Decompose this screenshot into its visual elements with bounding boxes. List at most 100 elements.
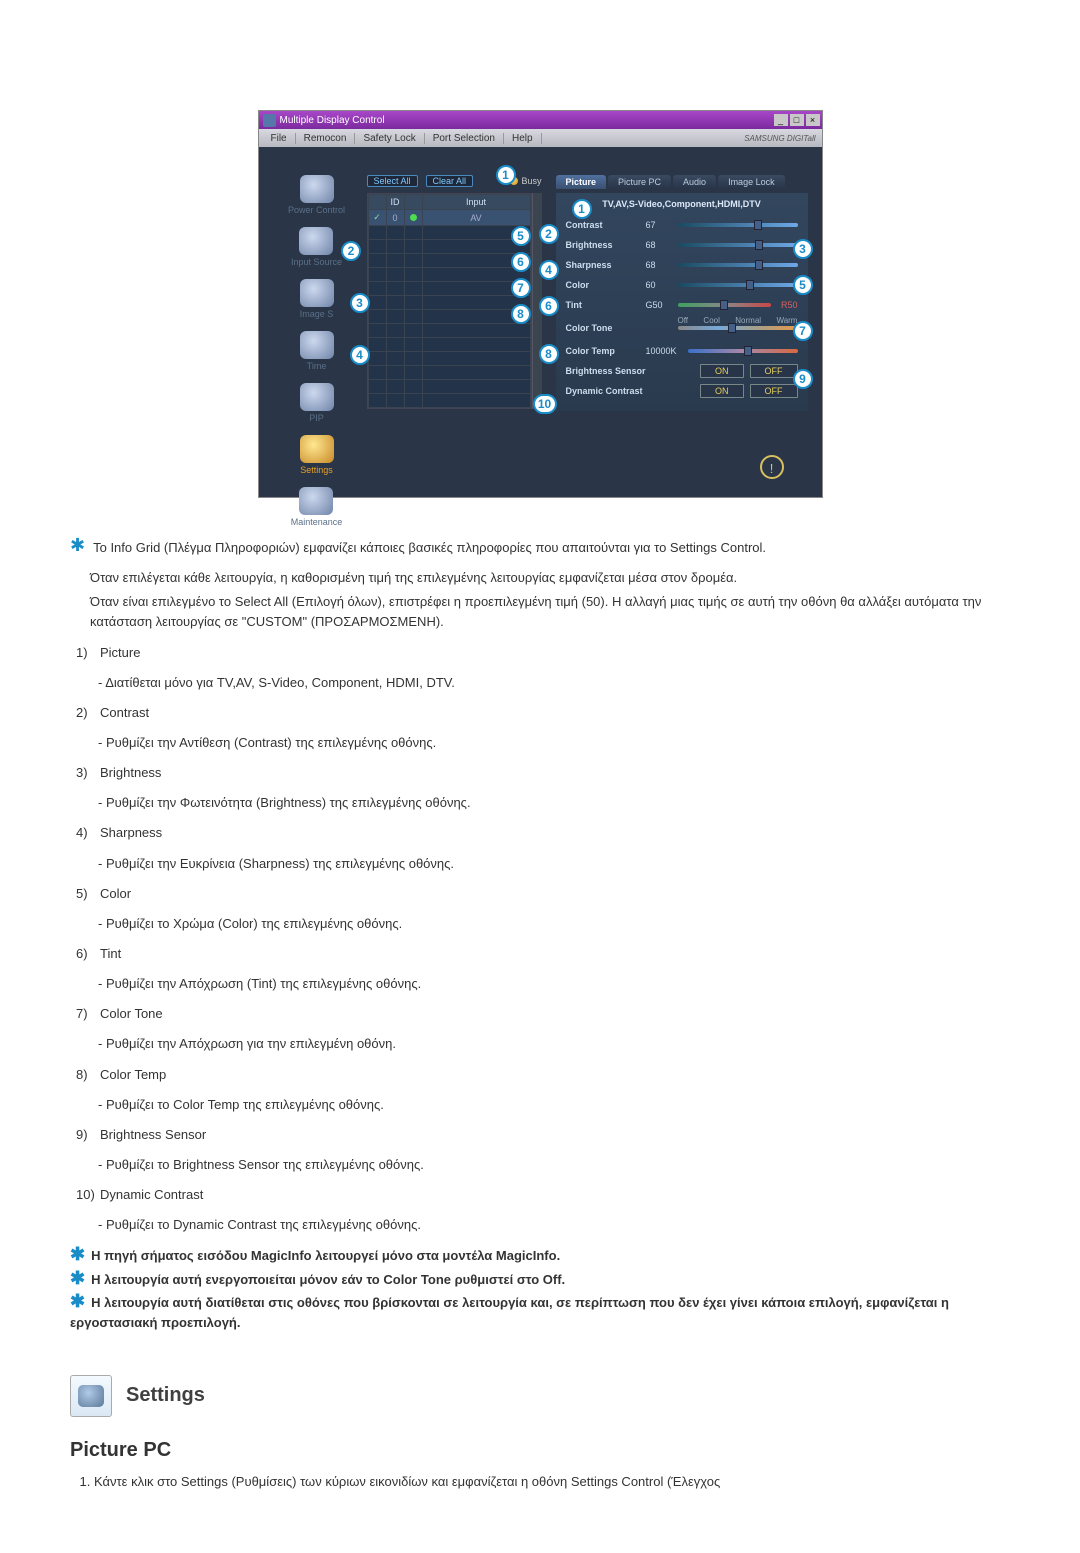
color-slider[interactable] xyxy=(678,283,798,287)
tone-cool: Cool xyxy=(703,316,719,325)
section-title: Settings xyxy=(126,1384,205,1407)
callout-10: 10 xyxy=(533,394,557,414)
image-s-icon xyxy=(300,279,334,307)
section-settings: Settings Picture PC Κάντε κλικ στο Setti… xyxy=(70,1375,1010,1493)
tab-image-lock[interactable]: Image Lock xyxy=(718,175,785,189)
tab-audio[interactable]: Audio xyxy=(673,175,716,189)
table-row[interactable] xyxy=(368,394,530,408)
col-check xyxy=(368,195,386,210)
titlebar: Multiple Display Control _ □ × xyxy=(259,111,822,129)
subheading: Picture PC xyxy=(70,1439,1010,1462)
color-tone-slider[interactable] xyxy=(678,326,798,330)
table-row[interactable] xyxy=(368,310,530,324)
callout-8: 8 xyxy=(511,304,531,324)
step-1: Κάντε κλικ στο Settings (Ρυθμίσεις) των … xyxy=(94,1472,1010,1493)
note-2: ✱Η λειτουργία αυτή ενεργοποιείται μόνον … xyxy=(70,1270,1010,1290)
color-tone-row: Color Tone Off Cool Normal Warm xyxy=(566,315,798,341)
input-source-icon xyxy=(299,227,333,255)
maximize-button[interactable]: □ xyxy=(790,114,804,126)
star-icon: ✱ xyxy=(70,1268,85,1288)
callout-7-right: 7 xyxy=(793,321,813,341)
table-row[interactable] xyxy=(368,240,530,254)
document-body: ✱ Το Info Grid (Πλέγμα Πληροφοριών) εμφα… xyxy=(70,538,1010,1333)
infogrid-text: Το Info Grid (Πλέγμα Πληροφοριών) εμφανί… xyxy=(93,538,766,558)
table-row[interactable] xyxy=(368,380,530,394)
col-status xyxy=(404,195,422,210)
sharpness-label: Sharpness xyxy=(566,260,640,270)
callout-1-tabs: 1 xyxy=(572,199,592,219)
table-row[interactable] xyxy=(368,366,530,380)
paragraph-2: Όταν είναι επιλεγμένο το Select All (Επι… xyxy=(90,592,1010,632)
tint-slider[interactable] xyxy=(678,303,771,307)
contrast-row: Contrast 67 xyxy=(566,215,798,235)
dynamic-contrast-off[interactable]: OFF xyxy=(750,384,798,398)
tint-label: Tint xyxy=(566,300,640,310)
table-row[interactable] xyxy=(368,324,530,338)
menu-port-selection[interactable]: Port Selection xyxy=(425,133,504,144)
menu-remocon[interactable]: Remocon xyxy=(296,133,356,144)
contrast-value: 67 xyxy=(646,220,672,230)
sharpness-slider[interactable] xyxy=(678,263,798,267)
sidebar-item-input-source[interactable]: Input Source 2 xyxy=(291,227,342,267)
menu-file[interactable]: File xyxy=(263,133,296,144)
brightness-slider[interactable] xyxy=(678,243,798,247)
sidebar-item-image-s[interactable]: Image S 3 xyxy=(300,279,334,319)
table-row[interactable] xyxy=(368,226,530,240)
callout-6: 6 xyxy=(511,252,531,272)
info-grid[interactable]: ID Input ✓ 0 AV xyxy=(367,193,532,409)
section-icon xyxy=(70,1375,112,1417)
table-row[interactable] xyxy=(368,296,530,310)
table-row[interactable] xyxy=(368,254,530,268)
dynamic-contrast-row: Dynamic Contrast ON OFF xyxy=(566,381,798,401)
callout-4-sidebar: 4 xyxy=(350,345,370,365)
settings-panel: TV,AV,S-Video,Component,HDMI,DTV Contras… xyxy=(556,193,808,411)
close-button[interactable]: × xyxy=(806,114,820,126)
col-id: ID xyxy=(386,195,404,210)
sidebar-item-time[interactable]: Time 4 xyxy=(300,331,334,371)
menu-safety-lock[interactable]: Safety Lock xyxy=(355,133,424,144)
contrast-label: Contrast xyxy=(566,220,640,230)
tab-picture[interactable]: Picture xyxy=(556,175,607,189)
sidebar-item-power-control[interactable]: Power Control xyxy=(288,175,345,215)
warning-icon: ! xyxy=(760,455,784,479)
brightness-sensor-row: Brightness Sensor ON OFF xyxy=(566,361,798,381)
dynamic-contrast-on[interactable]: ON xyxy=(700,384,744,398)
select-all-button[interactable]: Select All xyxy=(367,175,418,187)
settings-icon xyxy=(300,435,334,463)
table-row[interactable] xyxy=(368,282,530,296)
menu-help[interactable]: Help xyxy=(504,133,542,144)
clear-all-button[interactable]: Clear All xyxy=(426,175,474,187)
brightness-sensor-on[interactable]: ON xyxy=(700,364,744,378)
tint-row: Tint G50 R50 xyxy=(566,295,798,315)
table-row[interactable]: ✓ 0 AV xyxy=(368,210,530,226)
tab-picture-pc[interactable]: Picture PC xyxy=(608,175,671,189)
callout-3-right: 3 xyxy=(793,239,813,259)
table-row[interactable] xyxy=(368,338,530,352)
callout-5: 5 xyxy=(511,226,531,246)
sidebar-item-pip[interactable]: PIP xyxy=(300,383,334,423)
contrast-slider[interactable] xyxy=(678,223,798,227)
color-value: 60 xyxy=(646,280,672,290)
color-temp-slider[interactable] xyxy=(688,349,798,353)
sidebar-item-settings[interactable]: Settings xyxy=(300,435,334,475)
callout-7: 7 xyxy=(511,278,531,298)
star-icon: ✱ xyxy=(70,538,85,558)
color-temp-row: Color Temp 10000K xyxy=(566,341,798,361)
sharpness-row: Sharpness 68 xyxy=(566,255,798,275)
power-icon xyxy=(300,175,334,203)
table-row[interactable] xyxy=(368,268,530,282)
color-label: Color xyxy=(566,280,640,290)
brightness-sensor-off[interactable]: OFF xyxy=(750,364,798,378)
paragraph-1: Όταν επιλέγεται κάθε λειτουργία, η καθορ… xyxy=(90,568,1010,588)
minimize-button[interactable]: _ xyxy=(774,114,788,126)
table-row[interactable] xyxy=(368,352,530,366)
callout-1-grid: 1 xyxy=(496,165,516,185)
sidebar-item-maintenance[interactable]: Maintenance xyxy=(291,487,343,527)
tone-off: Off xyxy=(678,316,689,325)
star-icon: ✱ xyxy=(70,1291,85,1311)
dynamic-contrast-label: Dynamic Contrast xyxy=(566,386,666,396)
tint-r-label: R50 xyxy=(781,300,798,310)
color-temp-label: Color Temp xyxy=(566,346,640,356)
app-icon xyxy=(263,114,276,127)
col-input: Input xyxy=(422,195,530,210)
